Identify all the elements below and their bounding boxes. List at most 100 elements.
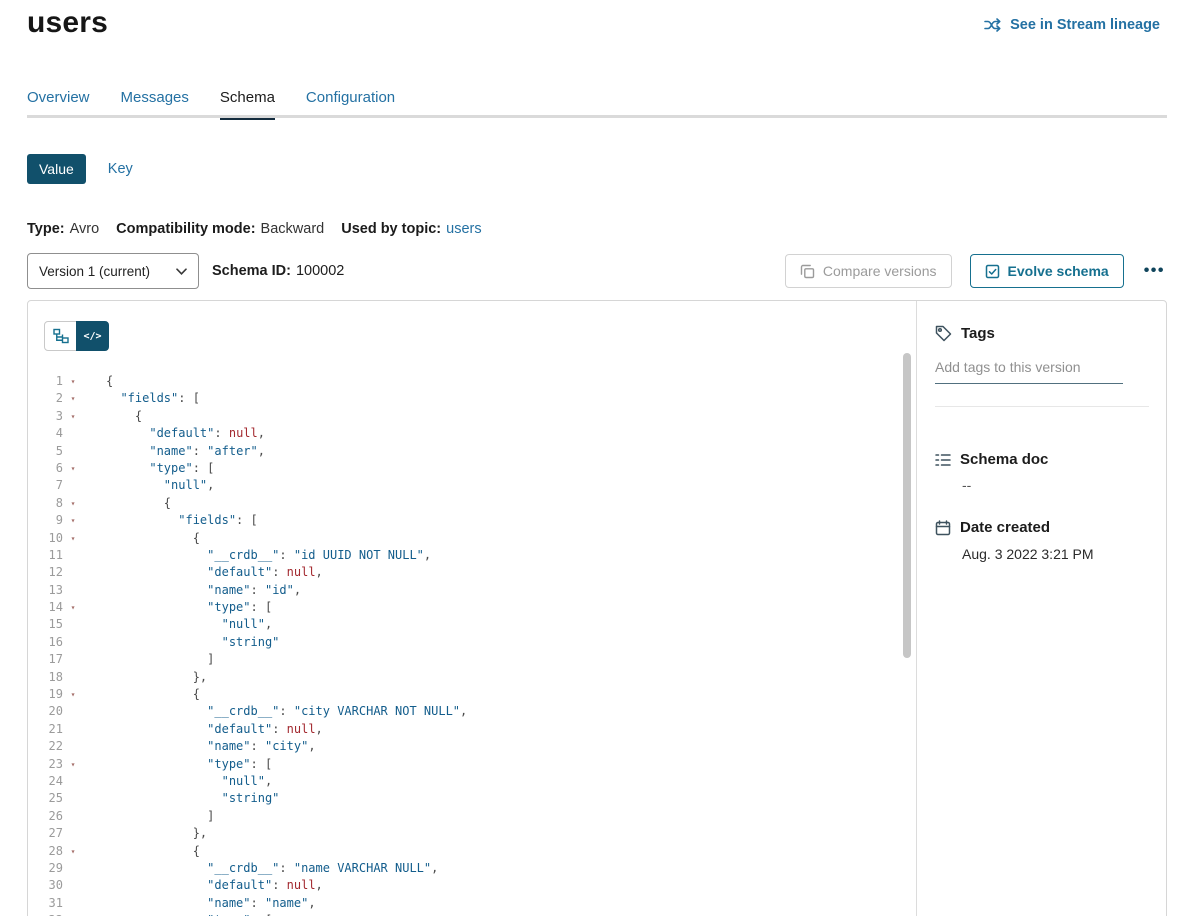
- code-line: 20 "__crdb__": "city VARCHAR NOT NULL",: [28, 703, 467, 720]
- line-number: 28: [28, 843, 63, 860]
- type-label: Type:: [27, 221, 65, 237]
- stream-lineage-link[interactable]: See in Stream lineage: [984, 17, 1160, 33]
- code-view-button[interactable]: </>: [76, 321, 109, 351]
- line-number: 29: [28, 860, 63, 877]
- line-content: "default": null,: [83, 425, 265, 442]
- tree-view-button[interactable]: [44, 321, 77, 351]
- fold-arrow-icon[interactable]: ▾: [63, 686, 83, 703]
- code-line: 28▾ {: [28, 843, 467, 860]
- schema-id-value: 100002: [296, 263, 344, 279]
- key-toggle-button[interactable]: Key: [108, 161, 133, 177]
- schema-doc-header: Schema doc: [935, 451, 1048, 468]
- compare-versions-button[interactable]: Compare versions: [785, 254, 952, 288]
- code-line: 11 "__crdb__": "id UUID NOT NULL",: [28, 547, 467, 564]
- topic-link[interactable]: users: [446, 221, 481, 237]
- tag-icon: [935, 325, 952, 342]
- line-content: "type": [: [83, 756, 272, 773]
- line-number: 9: [28, 512, 63, 529]
- line-content: "type": [: [83, 599, 272, 616]
- tab-schema[interactable]: Schema: [220, 89, 275, 117]
- line-content: "fields": [: [83, 512, 258, 529]
- fold-arrow-icon[interactable]: ▾: [63, 512, 83, 529]
- fold-arrow-icon[interactable]: ▾: [63, 495, 83, 512]
- code-line: 8▾ {: [28, 495, 467, 512]
- line-content: "name": "id",: [83, 582, 301, 599]
- line-number: 19: [28, 686, 63, 703]
- calendar-icon: [935, 520, 951, 536]
- line-content: {: [83, 373, 113, 390]
- line-number: 27: [28, 825, 63, 842]
- code-line: 21 "default": null,: [28, 721, 467, 738]
- line-number: 3: [28, 408, 63, 425]
- code-line: 16 "string": [28, 634, 467, 651]
- tab-messages[interactable]: Messages: [121, 89, 189, 117]
- used-by-topic-label: Used by topic:: [341, 221, 441, 237]
- code-line: 32▾ "type": [: [28, 912, 467, 916]
- evolve-schema-icon: [985, 264, 1000, 279]
- code-line: 7 "null",: [28, 477, 467, 494]
- add-tags-input[interactable]: [935, 359, 1123, 384]
- compatibility-value: Backward: [261, 221, 325, 237]
- editor-scrollbar-thumb[interactable]: [903, 353, 911, 658]
- fold-arrow-icon[interactable]: ▾: [63, 408, 83, 425]
- line-number: 23: [28, 756, 63, 773]
- tab-overview[interactable]: Overview: [27, 89, 90, 117]
- version-select-value: Version 1 (current): [39, 264, 150, 279]
- code-line: 3▾ {: [28, 408, 467, 425]
- fold-arrow-icon[interactable]: ▾: [63, 460, 83, 477]
- date-created-header: Date created: [935, 519, 1050, 536]
- code-line: 15 "null",: [28, 616, 467, 633]
- code-line: 13 "name": "id",: [28, 582, 467, 599]
- line-content: "default": null,: [83, 721, 323, 738]
- code-line: 29 "__crdb__": "name VARCHAR NULL",: [28, 860, 467, 877]
- value-toggle-button[interactable]: Value: [27, 154, 86, 184]
- tabs-divider: [27, 115, 1167, 118]
- line-number: 6: [28, 460, 63, 477]
- line-content: "__crdb__": "name VARCHAR NULL",: [83, 860, 438, 877]
- line-content: "string": [83, 790, 279, 807]
- line-number: 7: [28, 477, 63, 494]
- line-number: 25: [28, 790, 63, 807]
- fold-arrow-icon[interactable]: ▾: [63, 373, 83, 390]
- code-area[interactable]: 1▾{2▾ "fields": [3▾ {4 "default": null,5…: [28, 373, 467, 916]
- fold-arrow-icon[interactable]: ▾: [63, 912, 83, 916]
- line-content: {: [83, 686, 200, 703]
- tags-title: Tags: [961, 325, 995, 342]
- code-line: 5 "name": "after",: [28, 443, 467, 460]
- compare-icon: [800, 264, 815, 279]
- fold-arrow-icon[interactable]: ▾: [63, 530, 83, 547]
- line-content: {: [83, 408, 142, 425]
- fold-arrow-icon[interactable]: ▾: [63, 756, 83, 773]
- code-line: 31 "name": "name",: [28, 895, 467, 912]
- schema-doc-value: --: [962, 477, 971, 493]
- evolve-schema-button[interactable]: Evolve schema: [970, 254, 1124, 288]
- line-number: 16: [28, 634, 63, 651]
- code-line: 18 },: [28, 669, 467, 686]
- tags-section-header: Tags: [935, 325, 995, 342]
- compatibility-label: Compatibility mode:: [116, 221, 255, 237]
- line-number: 15: [28, 616, 63, 633]
- fold-arrow-icon[interactable]: ▾: [63, 390, 83, 407]
- line-number: 11: [28, 547, 63, 564]
- schema-part-toggle: Value Key: [27, 154, 133, 184]
- fold-arrow-icon[interactable]: ▾: [63, 843, 83, 860]
- schema-panel: </> 1▾{2▾ "fields": [3▾ {4 "default": nu…: [27, 300, 1167, 916]
- more-options-button[interactable]: •••: [1142, 262, 1167, 280]
- code-line: 9▾ "fields": [: [28, 512, 467, 529]
- schema-sidebar: Tags Schema doc -- Date created Aug. 3 2…: [916, 301, 1166, 916]
- version-select[interactable]: Version 1 (current): [27, 253, 199, 289]
- compare-versions-label: Compare versions: [823, 263, 937, 279]
- tab-configuration[interactable]: Configuration: [306, 89, 395, 117]
- date-created-value: Aug. 3 2022 3:21 PM: [962, 546, 1094, 562]
- code-line: 23▾ "type": [: [28, 756, 467, 773]
- code-line: 1▾{: [28, 373, 467, 390]
- line-number: 2: [28, 390, 63, 407]
- code-line: 4 "default": null,: [28, 425, 467, 442]
- stream-lineage-icon: [984, 18, 1003, 32]
- line-content: "__crdb__": "id UUID NOT NULL",: [83, 547, 431, 564]
- line-number: 22: [28, 738, 63, 755]
- fold-arrow-icon[interactable]: ▾: [63, 599, 83, 616]
- line-content: "name": "city",: [83, 738, 316, 755]
- schema-code-editor: </> 1▾{2▾ "fields": [3▾ {4 "default": nu…: [28, 301, 917, 916]
- editor-scrollbar-track[interactable]: [903, 353, 911, 916]
